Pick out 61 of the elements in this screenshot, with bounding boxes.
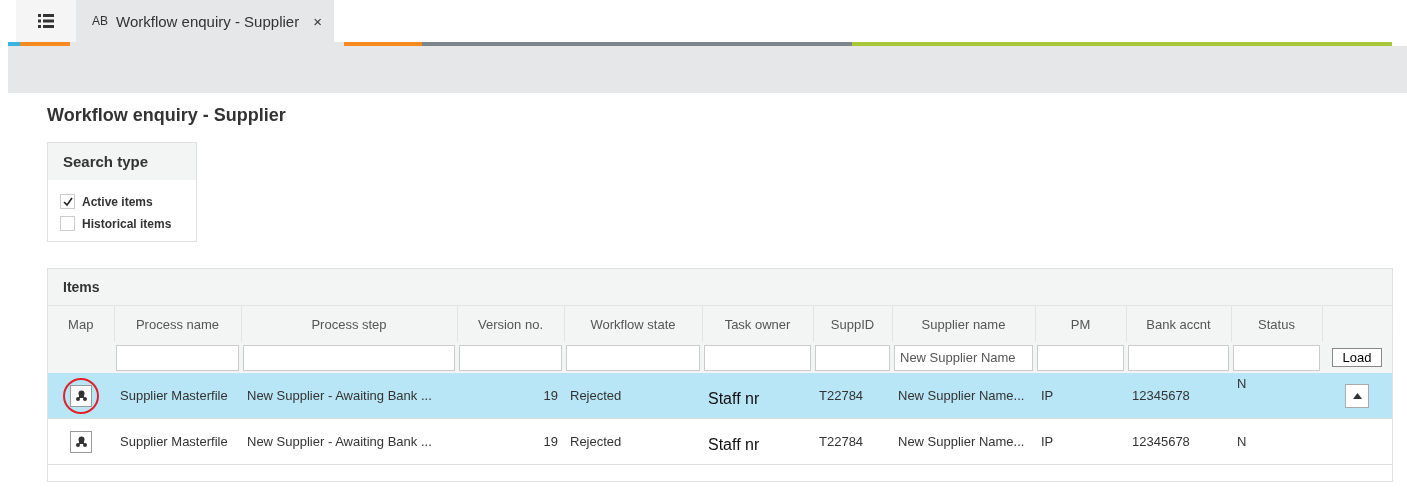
column-header: Status [1231, 306, 1322, 342]
checkbox-label: Active items [82, 194, 153, 209]
panel-heading: Search type [63, 153, 149, 170]
filter-field[interactable] [459, 344, 562, 371]
table-cell: T22784 [819, 388, 864, 403]
table-cell: N [1237, 376, 1247, 391]
menu-tab[interactable] [16, 0, 76, 42]
panel-heading: Items [63, 279, 100, 295]
column-header: SuppID [813, 306, 892, 342]
table-cell: New Supplier Name... [898, 434, 1025, 449]
table-cell: Staff nr [708, 389, 760, 407]
filter-field[interactable] [243, 344, 455, 371]
hierarchy-icon [75, 436, 87, 447]
column-header: PM [1035, 306, 1126, 342]
column-header: Version no. [457, 306, 564, 342]
filter-field[interactable] [1037, 344, 1124, 371]
checkbox-label: Historical items [82, 216, 172, 231]
table-cell: Supplier Masterfile [120, 388, 228, 403]
filter-field[interactable]: New Supplier Name [894, 344, 1033, 371]
map-button[interactable] [70, 430, 92, 453]
checkbox[interactable] [60, 216, 75, 231]
filter-field[interactable] [566, 344, 700, 371]
checkbox[interactable] [60, 194, 75, 209]
filter-field[interactable] [1128, 344, 1229, 371]
column-header: Bank accnt [1126, 306, 1231, 342]
collapse-button[interactable] [1345, 383, 1369, 408]
table-cell: 19 [543, 388, 558, 403]
filter-field[interactable] [1233, 344, 1320, 371]
table-cell: Supplier Masterfile [120, 434, 228, 449]
column-header: Workflow state [564, 306, 702, 342]
map-button[interactable] [70, 384, 92, 407]
table-cell: IP [1041, 388, 1054, 403]
load-button[interactable]: Load [1331, 348, 1383, 367]
hierarchy-icon [75, 390, 87, 401]
caret-up-icon [1352, 392, 1362, 399]
table-cell: Staff nr [708, 435, 760, 453]
table-cell: IP [1041, 434, 1054, 449]
table-cell: 12345678 [1132, 388, 1190, 403]
column-header: Task owner [702, 306, 813, 342]
tab-label: Workflow enquiry - Supplier [116, 12, 300, 30]
filter-field[interactable] [704, 344, 811, 371]
tab-type-label: AB [92, 14, 108, 28]
column-header: Map [48, 306, 114, 342]
table-cell: Rejected [570, 434, 622, 449]
table-cell: New Supplier - Awaiting Bank ... [247, 434, 432, 449]
table-cell: N [1237, 434, 1247, 449]
column-header: Process name [114, 306, 241, 342]
page-tab[interactable]: AB Workflow enquiry - Supplier × [76, 0, 334, 42]
filter-field[interactable] [116, 344, 239, 371]
table-cell: New Supplier Name... [898, 388, 1025, 403]
column-header: Process step [241, 306, 457, 342]
column-header: Supplier name [892, 306, 1035, 342]
table-cell: 19 [543, 434, 558, 449]
table-cell: Rejected [570, 388, 622, 403]
table-cell: New Supplier - Awaiting Bank ... [247, 388, 432, 403]
table-cell: T22784 [819, 434, 864, 449]
page-title: Workflow enquiry - Supplier [47, 105, 287, 126]
table-cell: 12345678 [1132, 434, 1190, 449]
close-icon[interactable]: × [313, 12, 322, 30]
list-icon [38, 14, 54, 28]
filter-field[interactable] [815, 344, 890, 371]
